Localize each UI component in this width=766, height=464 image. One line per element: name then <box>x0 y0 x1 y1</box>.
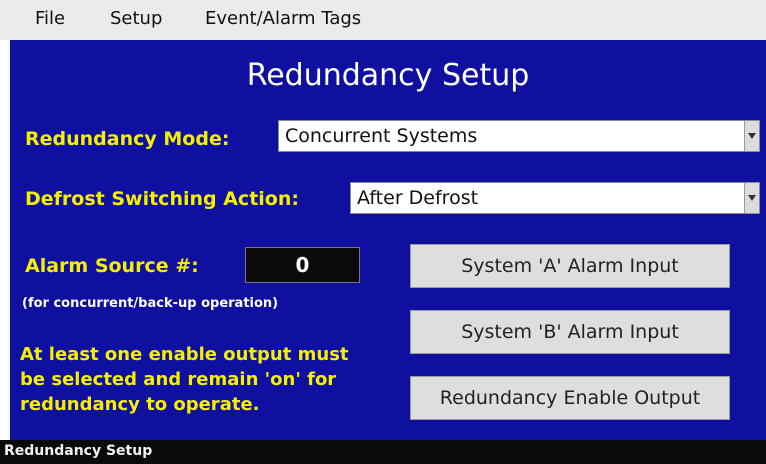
chevron-down-icon[interactable] <box>744 121 759 151</box>
defrost-switching-value: After Defrost <box>357 187 479 209</box>
redundancy-mode-label: Redundancy Mode: <box>25 128 230 150</box>
menu-event-alarm-tags[interactable]: Event/Alarm Tags <box>205 8 361 29</box>
system-a-alarm-input-button[interactable]: System 'A' Alarm Input <box>410 244 730 288</box>
menu-bar: File Setup Event/Alarm Tags <box>0 0 766 40</box>
redundancy-setup-panel: Redundancy Setup Redundancy Mode: Concur… <box>10 40 766 440</box>
redundancy-mode-dropdown[interactable]: Concurrent Systems <box>278 120 760 152</box>
system-b-alarm-input-button[interactable]: System 'B' Alarm Input <box>410 310 730 354</box>
message-line: be selected and remain 'on' for <box>20 369 337 390</box>
redundancy-mode-value: Concurrent Systems <box>285 125 478 147</box>
page-title: Redundancy Setup <box>246 58 530 93</box>
menu-setup[interactable]: Setup <box>110 8 162 29</box>
message-line: At least one enable output must <box>20 344 349 365</box>
message-line: redundancy to operate. <box>20 394 260 415</box>
enable-output-message: At least one enable output must be selec… <box>20 342 349 417</box>
alarm-source-input[interactable]: 0 <box>245 247 360 283</box>
status-text: Redundancy Setup <box>4 443 153 459</box>
alarm-source-label: Alarm Source #: <box>25 255 199 277</box>
status-bar: Redundancy Setup <box>0 440 766 464</box>
menu-file[interactable]: File <box>35 8 65 29</box>
redundancy-enable-output-button[interactable]: Redundancy Enable Output <box>410 376 730 420</box>
defrost-switching-dropdown[interactable]: After Defrost <box>350 182 760 214</box>
alarm-source-note: (for concurrent/back-up operation) <box>22 296 279 311</box>
alarm-source-value: 0 <box>295 253 310 277</box>
defrost-switching-label: Defrost Switching Action: <box>25 188 299 210</box>
chevron-down-icon[interactable] <box>744 183 759 213</box>
